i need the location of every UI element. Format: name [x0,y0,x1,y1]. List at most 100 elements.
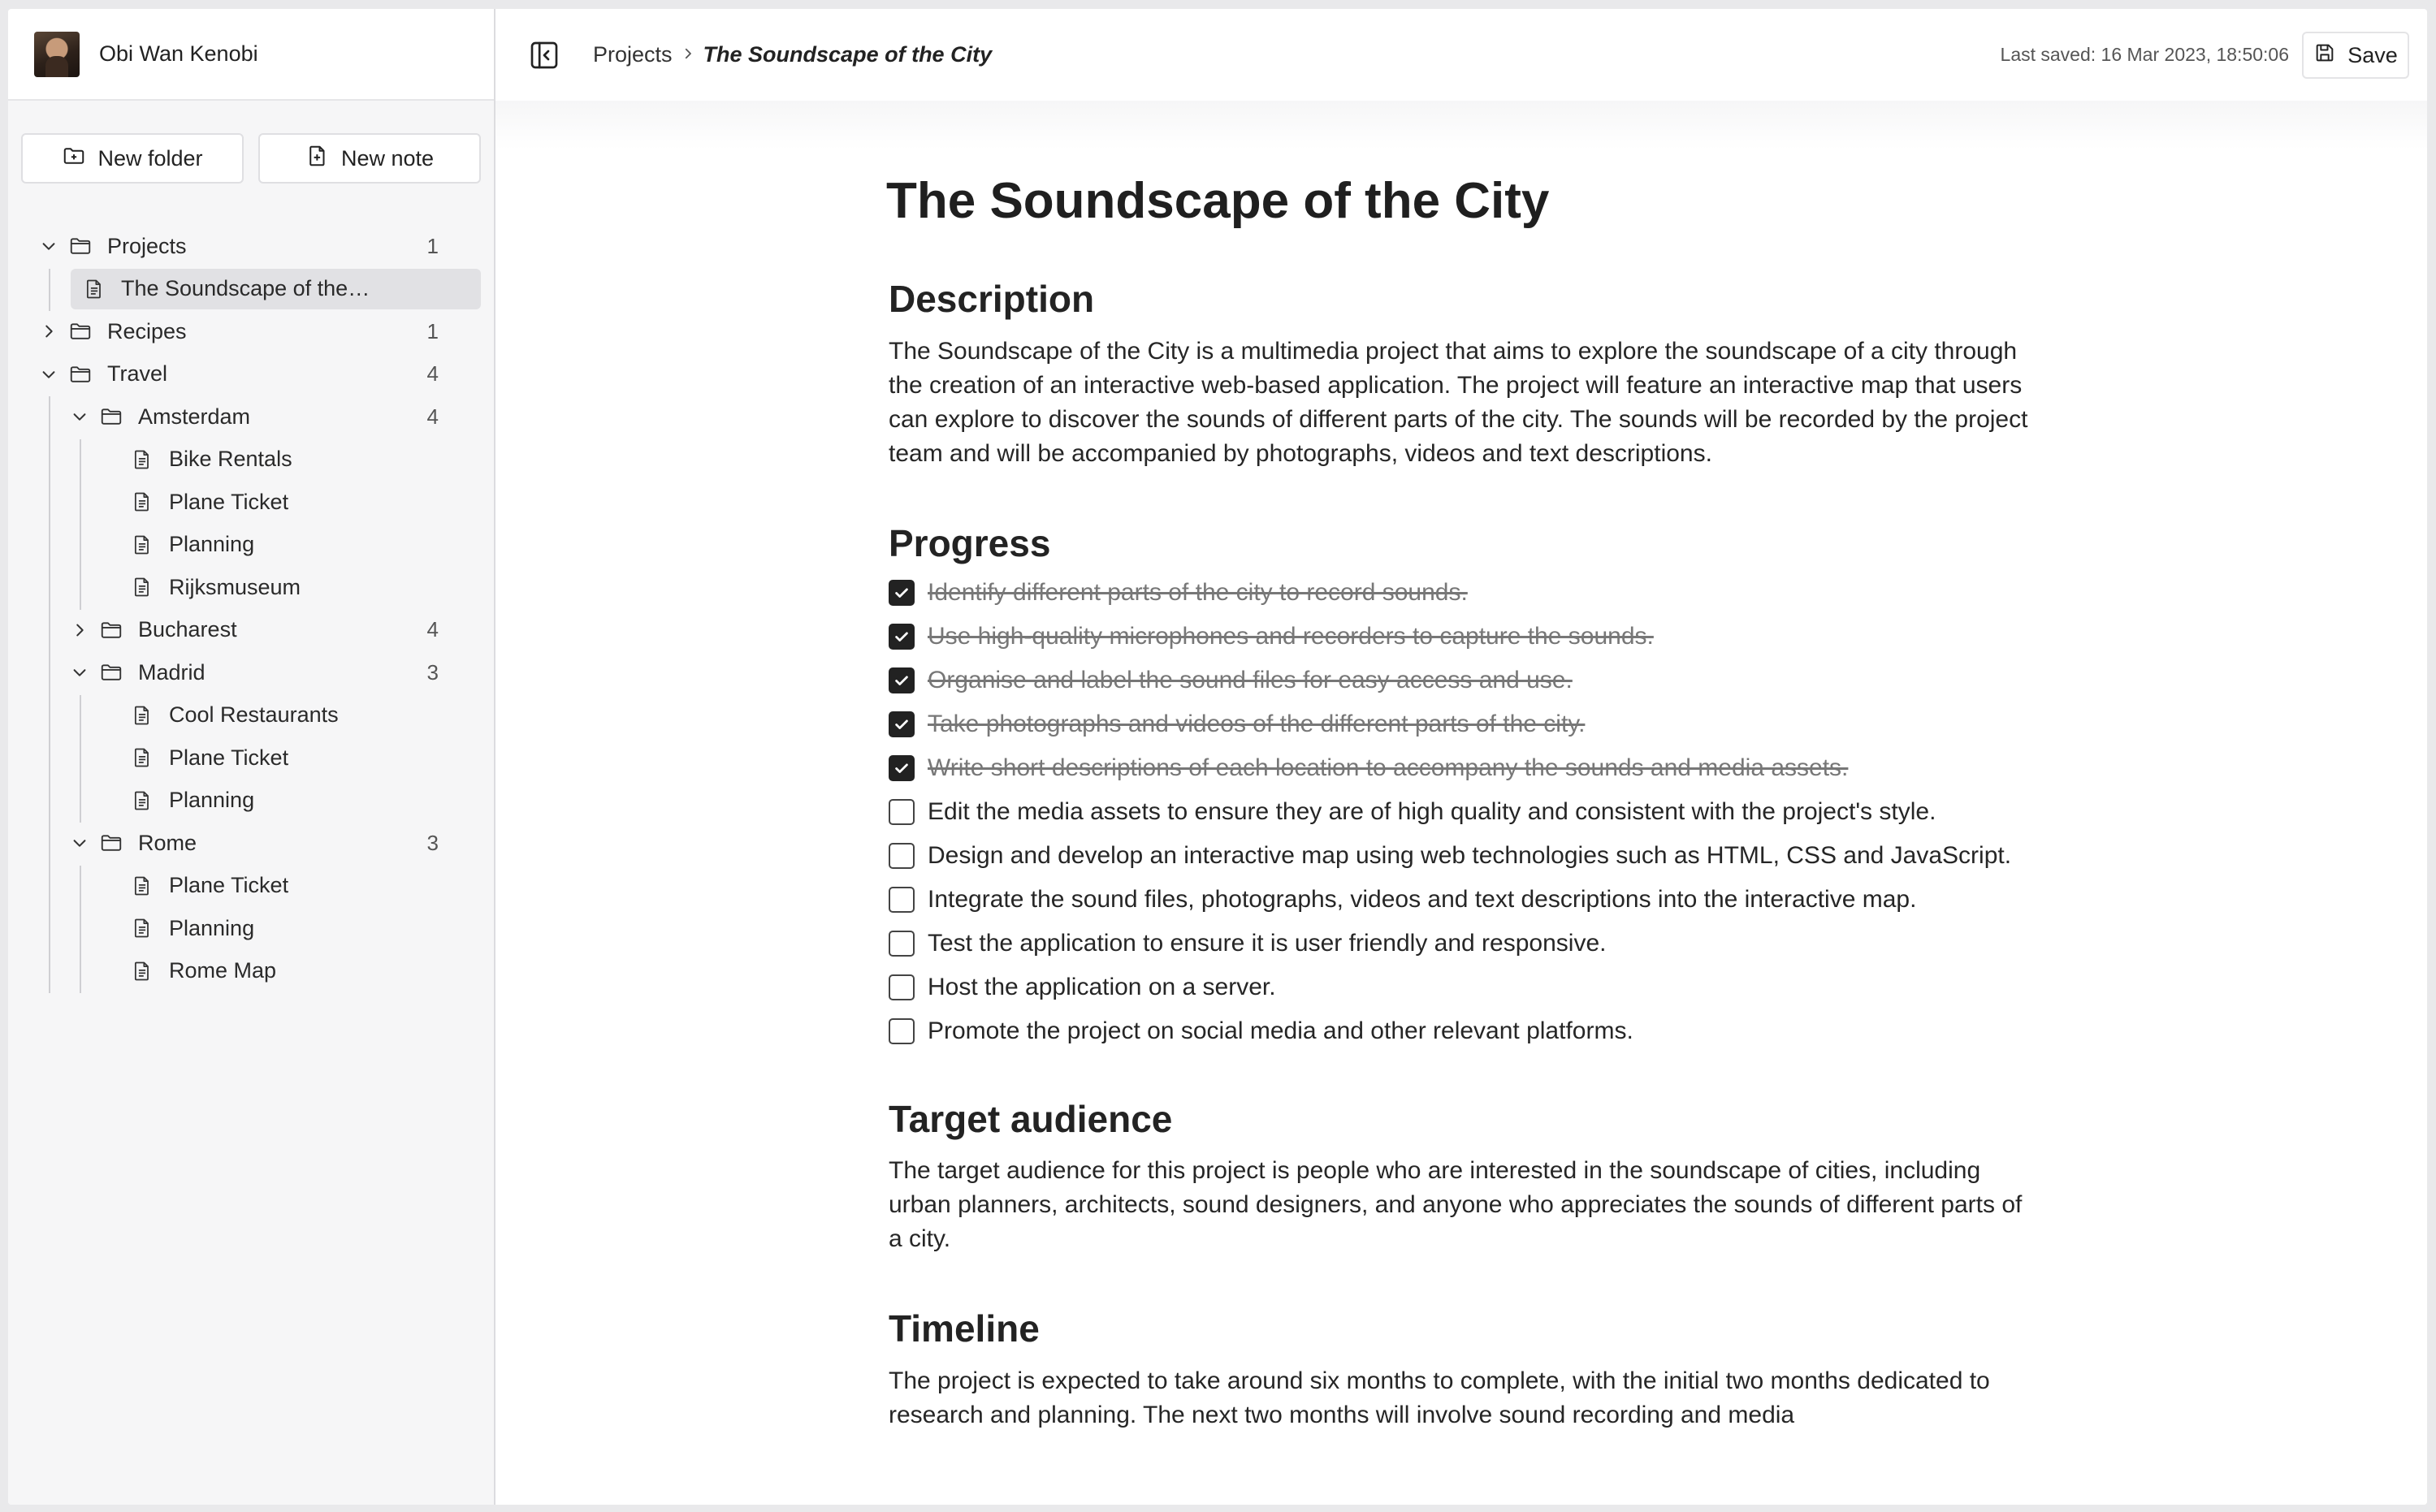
task-item: Organise and label the sound files for e… [889,663,2042,698]
save-button[interactable]: Save [2302,32,2409,79]
checkbox-checked[interactable] [889,623,915,650]
tree-note[interactable]: Planning [130,525,439,565]
description-heading[interactable]: Description [889,279,2042,320]
breadcrumb: Projects The Soundscape of the City [593,42,992,67]
tree-item-label: Madrid [138,659,206,685]
task-text[interactable]: Test the application to ensure it is use… [928,927,1606,961]
document-icon [130,533,154,557]
chevron-down-icon[interactable] [68,405,91,428]
checkbox-unchecked[interactable] [889,798,915,825]
progress-heading[interactable]: Progress [889,523,2042,564]
chevron-down-icon[interactable] [37,363,60,386]
document-icon [130,745,154,770]
note-title[interactable]: The Soundscape of the City [886,171,2042,231]
task-item: Take photographs and videos of the diffe… [889,707,2042,741]
task-text[interactable]: Integrate the sound files, photographs, … [928,883,1916,917]
checkbox-checked[interactable] [889,754,915,781]
chevron-right-icon[interactable] [37,320,60,343]
topbar: Projects The Soundscape of the City Last… [495,9,2427,101]
tree-folder[interactable]: Rome 3 [68,823,439,863]
chevron-right-icon [681,44,695,67]
document-icon [130,874,154,898]
audience-text[interactable]: The target audience for this project is … [889,1154,2042,1256]
task-text[interactable]: Edit the media assets to ensure they are… [928,795,1936,829]
tree-note[interactable]: Plane Ticket [130,737,439,778]
tree-note[interactable]: Plane Ticket [130,482,439,522]
tree-guide-line [80,438,81,610]
tree-note[interactable]: Rome Map [130,951,439,991]
item-count: 4 [426,617,439,642]
breadcrumb-parent[interactable]: Projects [593,42,673,67]
document-icon [130,490,154,514]
tree-item-label: Bike Rentals [169,447,292,471]
checkbox-unchecked[interactable] [889,1017,915,1044]
tree-folder[interactable]: Travel 4 [37,354,439,395]
tree-guide-line [80,694,81,823]
task-item: Write short descriptions of each locatio… [889,751,2042,785]
timeline-heading[interactable]: Timeline [889,1308,2042,1350]
task-text[interactable]: Promote the project on social media and … [928,1014,1633,1048]
tree-note[interactable]: The Soundscape of the… [71,268,481,309]
file-plus-icon [305,144,330,174]
checkbox-checked[interactable] [889,579,915,606]
tree-item-label: The Soundscape of the… [121,276,370,300]
collapse-sidebar-icon[interactable] [526,37,562,73]
tree-item-label: Travel [107,361,168,386]
timeline-text[interactable]: The project is expected to take around s… [889,1364,2042,1432]
tree-note[interactable]: Plane Ticket [130,866,439,906]
checkbox-checked[interactable] [889,711,915,737]
document-icon [130,959,154,983]
new-note-button[interactable]: New note [258,133,481,184]
sidebar: Obi Wan Kenobi New folder New note Proje… [8,9,495,1505]
chevron-down-icon[interactable] [68,661,91,684]
user-name: Obi Wan Kenobi [99,41,258,66]
checkbox-unchecked[interactable] [889,842,915,869]
task-text[interactable]: Organise and label the sound files for e… [928,663,1573,698]
avatar[interactable] [34,31,80,77]
tree-note[interactable]: Planning [130,908,439,948]
checkbox-unchecked[interactable] [889,930,915,957]
chevron-right-icon[interactable] [68,619,91,642]
chevron-down-icon[interactable] [68,832,91,854]
save-label: Save [2347,42,2398,67]
tree-item-label: Bucharest [138,617,237,642]
task-item: Test the application to ensure it is use… [889,927,2042,961]
tree-folder[interactable]: Amsterdam 4 [68,396,439,437]
breadcrumb-current: The Soundscape of the City [703,42,993,67]
new-folder-button[interactable]: New folder [21,133,244,184]
tree-note[interactable]: Bike Rentals [130,439,439,480]
tree-item-label: Rome Map [169,958,277,983]
task-item: Design and develop an interactive map us… [889,839,2042,873]
tree-note[interactable]: Planning [130,780,439,821]
description-text[interactable]: The Soundscape of the City is a multimed… [889,335,2042,471]
sidebar-actions: New folder New note [8,101,494,224]
chevron-down-icon[interactable] [37,235,60,257]
checkbox-unchecked[interactable] [889,974,915,1000]
task-text[interactable]: Identify different parts of the city to … [928,576,1468,610]
tree-guide-line [80,865,81,993]
task-text[interactable]: Host the application on a server. [928,970,1276,1004]
toolbar-shadow [495,101,2427,149]
task-text[interactable]: Write short descriptions of each locatio… [928,751,1848,785]
tree-note[interactable]: Rijksmuseum [130,567,439,607]
tree-folder[interactable]: Bucharest 4 [68,610,439,650]
save-icon [2313,41,2336,70]
audience-heading[interactable]: Target audience [889,1098,2042,1140]
tree-folder[interactable]: Projects 1 [37,226,439,266]
note-document[interactable]: The Soundscape of the City Description T… [886,171,2042,1432]
tree-note[interactable]: Cool Restaurants [130,695,439,736]
task-text[interactable]: Design and develop an interactive map us… [928,839,2011,873]
tree-guide-line [49,268,50,311]
checkbox-unchecked[interactable] [889,886,915,913]
checkbox-checked[interactable] [889,667,915,693]
task-text[interactable]: Take photographs and videos of the diffe… [928,707,1585,741]
user-bar[interactable]: Obi Wan Kenobi [8,9,494,101]
item-count: 3 [426,659,439,685]
task-text[interactable]: Use high-quality microphones and recorde… [928,620,1654,654]
document-icon [130,788,154,813]
item-count: 4 [426,404,439,429]
tree-folder[interactable]: Madrid 3 [68,652,439,693]
tree-item-label: Plane Ticket [169,489,289,514]
tree-folder[interactable]: Recipes 1 [37,311,439,352]
folder-icon [68,319,93,343]
